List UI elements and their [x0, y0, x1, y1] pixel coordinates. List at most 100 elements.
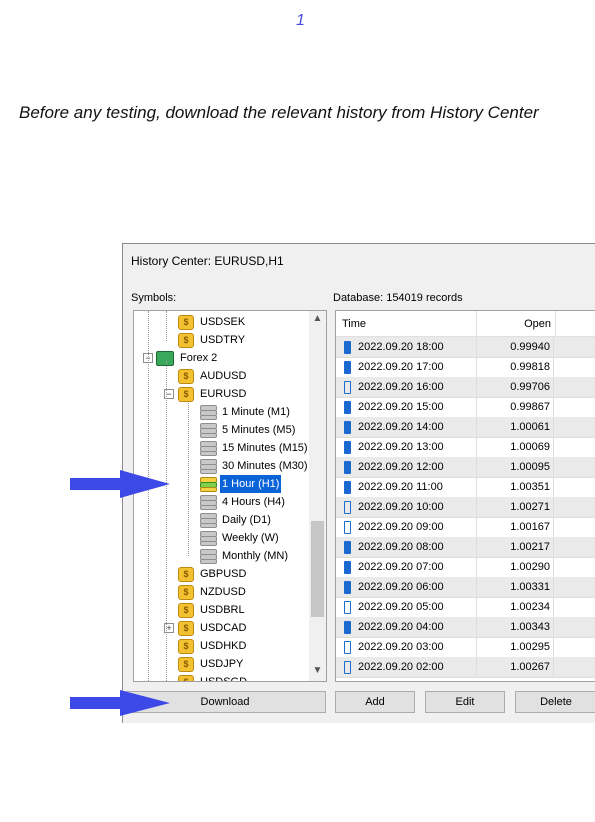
- tree-item-daily-d1[interactable]: Daily (D1): [200, 511, 273, 529]
- table-row[interactable]: 2022.09.20 04:00 1.00343: [336, 617, 595, 638]
- table-row[interactable]: 2022.09.20 02:00 1.00267: [336, 657, 595, 678]
- table-row[interactable]: 2022.09.20 07:00 1.00290: [336, 557, 595, 578]
- table-row[interactable]: 2022.09.20 06:00 1.00331: [336, 577, 595, 598]
- cell-time: 2022.09.20 14:00: [358, 421, 444, 433]
- currency-symbol-icon: $: [178, 333, 194, 348]
- column-header-time[interactable]: Time: [342, 318, 366, 330]
- cell-time: 2022.09.20 10:00: [358, 501, 444, 513]
- edit-button[interactable]: Edit: [425, 691, 505, 713]
- candle-icon: [344, 401, 351, 414]
- history-center-dialog: History Center: EURUSD,H1 Symbols: Datab…: [122, 243, 595, 723]
- cell-open: 1.00095: [510, 461, 550, 473]
- candle-icon: [344, 581, 351, 594]
- currency-symbol-icon: $: [178, 657, 194, 672]
- tree-item-usdtry[interactable]: $ USDTRY: [178, 331, 247, 349]
- tree-guide-line: [166, 361, 167, 681]
- cell-time: 2022.09.20 17:00: [358, 361, 444, 373]
- table-row[interactable]: 2022.09.20 10:00 1.00271: [336, 497, 595, 518]
- tree-item-label: USDCAD: [200, 622, 247, 634]
- tree-item-5-minutes-m5[interactable]: 5 Minutes (M5): [200, 421, 297, 439]
- arrow-to-h1-icon: [70, 470, 170, 498]
- tree-item-forex-2[interactable]: − Forex 2: [143, 349, 219, 367]
- candle-icon: [344, 521, 351, 534]
- column-header-open[interactable]: Open: [524, 318, 551, 330]
- candle-icon: [344, 561, 351, 574]
- currency-symbol-icon: $: [178, 621, 194, 636]
- history-grid[interactable]: Time Open 2022.09.20 18:00 0.99940 2022.09…: [335, 310, 595, 682]
- cell-time: 2022.09.20 18:00: [358, 341, 444, 353]
- cell-open: 1.00295: [510, 641, 550, 653]
- tree-item-4-hours-h4[interactable]: 4 Hours (H4): [200, 493, 287, 511]
- table-row[interactable]: 2022.09.20 05:00 1.00234: [336, 597, 595, 618]
- tree-scrollbar[interactable]: ▲ ▼: [309, 311, 326, 681]
- tree-item-nzdusd[interactable]: $ NZDUSD: [178, 583, 248, 601]
- currency-symbol-icon: $: [178, 567, 194, 582]
- tree-item-usdbrl[interactable]: $ USDBRL: [178, 601, 247, 619]
- table-row[interactable]: 2022.09.20 15:00 0.99867: [336, 397, 595, 418]
- table-row[interactable]: 2022.09.20 03:00 1.00295: [336, 637, 595, 658]
- scroll-down-icon[interactable]: ▼: [309, 663, 326, 679]
- cell-open: 0.99867: [510, 401, 550, 413]
- table-row[interactable]: 2022.09.20 16:00 0.99706: [336, 377, 595, 398]
- table-row[interactable]: 2022.09.20 09:00 1.00167: [336, 517, 595, 538]
- tree-item-weekly-w[interactable]: Weekly (W): [200, 529, 281, 547]
- table-row[interactable]: 2022.09.20 08:00 1.00217: [336, 537, 595, 558]
- caption: Before any testing, download the relevan…: [19, 103, 539, 122]
- candle-icon: [344, 441, 351, 454]
- cell-time: 2022.09.20 07:00: [358, 561, 444, 573]
- cell-open: 1.00271: [510, 501, 550, 513]
- tree-item-1-hour-h1[interactable]: 1 Hour (H1): [200, 475, 282, 493]
- tree-item-label: Monthly (MN): [222, 550, 289, 562]
- cell-time: 2022.09.20 16:00: [358, 381, 444, 393]
- tree-guide-line: [166, 311, 167, 341]
- tree-item-label: AUDUSD: [200, 370, 247, 382]
- tree-item-monthly-mn[interactable]: Monthly (MN): [200, 547, 290, 565]
- cell-open: 1.00351: [510, 481, 550, 493]
- tree-item-audusd[interactable]: $ AUDUSD: [178, 367, 248, 385]
- cell-time: 2022.09.20 03:00: [358, 641, 444, 653]
- tree-item-label: 5 Minutes (M5): [222, 424, 296, 436]
- database-icon: [200, 405, 217, 420]
- database-label: Database: 154019 records: [333, 292, 463, 304]
- tree-item-30-minutes-m30[interactable]: 30 Minutes (M30): [200, 457, 310, 475]
- candle-icon: [344, 641, 351, 654]
- table-row[interactable]: 2022.09.20 14:00 1.00061: [336, 417, 595, 438]
- cell-open: 0.99940: [510, 341, 550, 353]
- tree-item-usdhkd[interactable]: $ USDHKD: [178, 637, 248, 655]
- delete-button[interactable]: Delete: [515, 691, 595, 713]
- tree-item-label: USDSEK: [200, 316, 246, 328]
- tree-item-15-minutes-m15[interactable]: 15 Minutes (M15): [200, 439, 310, 457]
- table-row[interactable]: 2022.09.20 12:00 1.00095: [336, 457, 595, 478]
- cell-open: 1.00290: [510, 561, 550, 573]
- tree-item-usdjpy[interactable]: $ USDJPY: [178, 655, 245, 673]
- database-icon: [200, 531, 217, 546]
- cell-time: 2022.09.20 11:00: [358, 481, 443, 493]
- add-button[interactable]: Add: [335, 691, 415, 713]
- tree-item-1-minute-m1[interactable]: 1 Minute (M1): [200, 403, 292, 421]
- tree-item-label: 1 Hour (H1): [220, 475, 282, 493]
- cell-open: 1.00331: [510, 581, 550, 593]
- cell-open: 1.00343: [510, 621, 550, 633]
- tree-item-gbpusd[interactable]: $ GBPUSD: [178, 565, 248, 583]
- tree-item-usdsek[interactable]: $ USDSEK: [178, 313, 247, 331]
- tree-item-label: NZDUSD: [200, 586, 246, 598]
- table-row[interactable]: 2022.09.20 18:00 0.99940: [336, 337, 595, 358]
- currency-symbol-icon: $: [178, 639, 194, 654]
- candle-icon: [344, 381, 351, 394]
- tree-item-eurusd[interactable]: $ EURUSD −: [164, 385, 248, 403]
- database-icon: [200, 513, 217, 528]
- table-row[interactable]: 2022.09.20 17:00 0.99818: [336, 357, 595, 378]
- scroll-thumb[interactable]: [311, 521, 324, 617]
- currency-symbol-icon: $: [178, 675, 194, 681]
- tree-item-label: 4 Hours (H4): [222, 496, 285, 508]
- cell-time: 2022.09.20 12:00: [358, 461, 444, 473]
- candle-icon: [344, 421, 351, 434]
- cell-open: 1.00069: [510, 441, 550, 453]
- scroll-up-icon[interactable]: ▲: [309, 311, 326, 327]
- currency-symbol-icon: $: [178, 603, 194, 618]
- cell-time: 2022.09.20 09:00: [358, 521, 444, 533]
- tree-item-usdsgd[interactable]: $ USDSGD: [178, 673, 249, 681]
- table-row[interactable]: 2022.09.20 11:00 1.00351: [336, 477, 595, 498]
- table-row[interactable]: 2022.09.20 13:00 1.00069: [336, 437, 595, 458]
- tree-item-usdcad[interactable]: $ USDCAD +: [164, 619, 248, 637]
